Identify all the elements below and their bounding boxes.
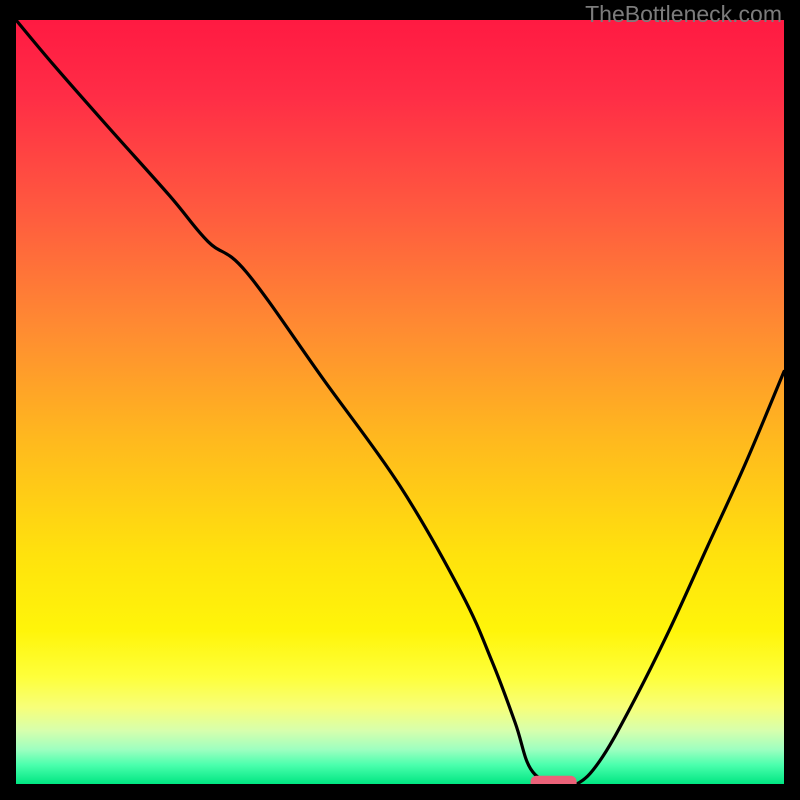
watermark: TheBottleneck.com [585,1,782,28]
chart-frame [16,20,784,784]
optimal-marker [531,776,577,784]
bottleneck-chart [16,20,784,784]
gradient-background [16,20,784,784]
